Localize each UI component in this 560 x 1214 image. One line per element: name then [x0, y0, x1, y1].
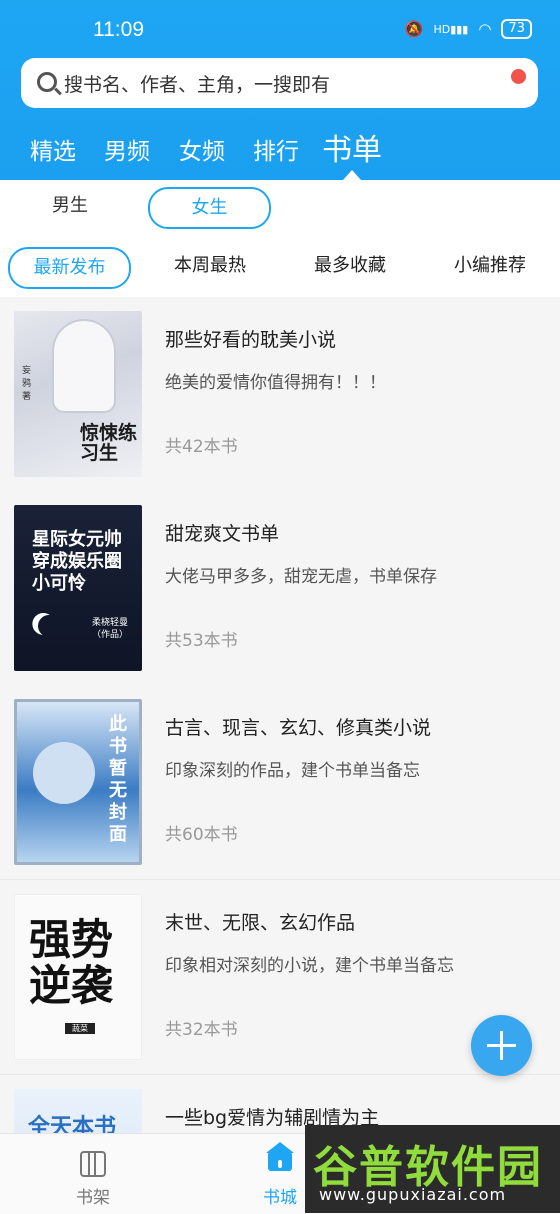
search-bar[interactable]: 搜书名、作者、主角，一搜即有 — [21, 58, 538, 108]
booklist-title: 甜宠爽文书单 — [165, 523, 280, 545]
booklist-count: 共32本书 — [165, 1020, 238, 1040]
watermark-url: www.gupuxiazai.com — [319, 1185, 507, 1204]
tab-female[interactable]: 女频 — [179, 132, 225, 166]
category-tabs: 精选 男频 女频 排行 书单 — [0, 125, 560, 173]
book-cover: 星际女元帅穿成娱乐圈小可怜 柔桡轻曼（作品） — [14, 505, 142, 671]
sort-latest[interactable]: 最新发布 — [8, 247, 131, 289]
cover-author: 柔桡轻曼（作品） — [92, 618, 129, 640]
cover-illustration — [33, 742, 95, 804]
sort-filter: 最新发布 本周最热 最多收藏 小编推荐 — [0, 237, 560, 297]
booklist-desc: 大佬马甲多多，甜宠无虐，书单保存 — [165, 567, 437, 587]
list-item[interactable]: 此书暂无封面 古言、现言、玄幻、修真类小说 印象深刻的作品，建个书单当备忘 共6… — [0, 685, 560, 880]
book-cover: 强势逆袭 蔬菜 — [14, 894, 142, 1060]
booklist-desc: 印象相对深刻的小说，建个书单当备忘 — [165, 956, 454, 976]
sort-editor-pick[interactable]: 小编推荐 — [440, 247, 540, 285]
list-item[interactable]: 星际女元帅穿成娱乐圈小可怜 柔桡轻曼（作品） 甜宠爽文书单 大佬马甲多多，甜宠无… — [0, 491, 560, 686]
booklist-count: 共53本书 — [165, 631, 238, 651]
battery-icon: 73 — [501, 19, 532, 39]
cover-title: 强势逆袭 — [29, 915, 114, 1010]
cover-author: 蔬菜 — [65, 1023, 95, 1034]
cover-title: 惊悚练习生 — [80, 422, 138, 464]
tab-booklist[interactable]: 书单 — [322, 125, 382, 169]
signal-icon: HD▮▮▮ — [433, 22, 469, 36]
status-icons: 🔕 HD▮▮▮ ◠ 73 — [405, 19, 532, 39]
gender-filter: 男生 女生 — [0, 180, 560, 237]
app-header: 11:09 🔕 HD▮▮▮ ◠ 73 搜书名、作者、主角，一搜即有 精选 男频 … — [0, 0, 560, 180]
booklist-count: 共42本书 — [165, 437, 238, 457]
add-booklist-button[interactable] — [471, 1015, 532, 1076]
network-label: HD — [433, 22, 451, 36]
nav-bookshelf-label: 书架 — [76, 1188, 110, 1208]
cover-illustration — [54, 321, 114, 411]
moon-icon — [35, 612, 63, 640]
home-icon — [266, 1142, 294, 1171]
sort-weekly-hot[interactable]: 本周最热 — [160, 247, 260, 285]
status-time: 11:09 — [93, 18, 144, 41]
booklist-title: 末世、无限、玄幻作品 — [165, 912, 356, 934]
gender-female[interactable]: 女生 — [148, 187, 271, 229]
book-cover: 妄鸦 著 惊悚练习生 — [14, 311, 142, 477]
cover-title: 星际女元帅穿成娱乐圈小可怜 — [32, 529, 122, 594]
tab-ranking[interactable]: 排行 — [253, 132, 299, 166]
booklist-count: 共60本书 — [165, 825, 238, 845]
wifi-icon: ◠ — [478, 20, 492, 38]
watermark: 谷普软件园 www.gupuxiazai.com — [305, 1125, 560, 1213]
tab-male[interactable]: 男频 — [104, 132, 150, 166]
active-tab-indicator — [343, 170, 361, 180]
nav-bookshelf[interactable]: 书架 — [48, 1134, 138, 1214]
sort-most-favorited[interactable]: 最多收藏 — [300, 247, 400, 285]
booklist-desc: 印象深刻的作品，建个书单当备忘 — [165, 761, 420, 781]
list-item[interactable]: 妄鸦 著 惊悚练习生 那些好看的耽美小说 绝美的爱情你值得拥有！！！ 共42本书 — [0, 297, 560, 492]
notification-dot[interactable] — [511, 69, 526, 84]
search-input[interactable]: 搜书名、作者、主角，一搜即有 — [64, 70, 330, 97]
tab-selected[interactable]: 精选 — [30, 132, 76, 166]
gender-male[interactable]: 男生 — [30, 187, 110, 225]
book-cover: 此书暂无封面 — [14, 699, 142, 865]
status-bar: 11:09 🔕 HD▮▮▮ ◠ 73 — [0, 0, 560, 58]
mute-icon: 🔕 — [404, 20, 424, 38]
search-icon — [37, 72, 57, 92]
cover-author: 妄鸦 著 — [22, 366, 32, 402]
booklist-desc: 绝美的爱情你值得拥有！！！ — [165, 373, 386, 393]
cover-title: 此书暂无封面 — [109, 714, 127, 845]
booklist-title: 古言、现言、玄幻、修真类小说 — [165, 717, 432, 739]
booklist-title: 那些好看的耽美小说 — [165, 329, 337, 351]
bookshelf-icon — [80, 1151, 106, 1177]
